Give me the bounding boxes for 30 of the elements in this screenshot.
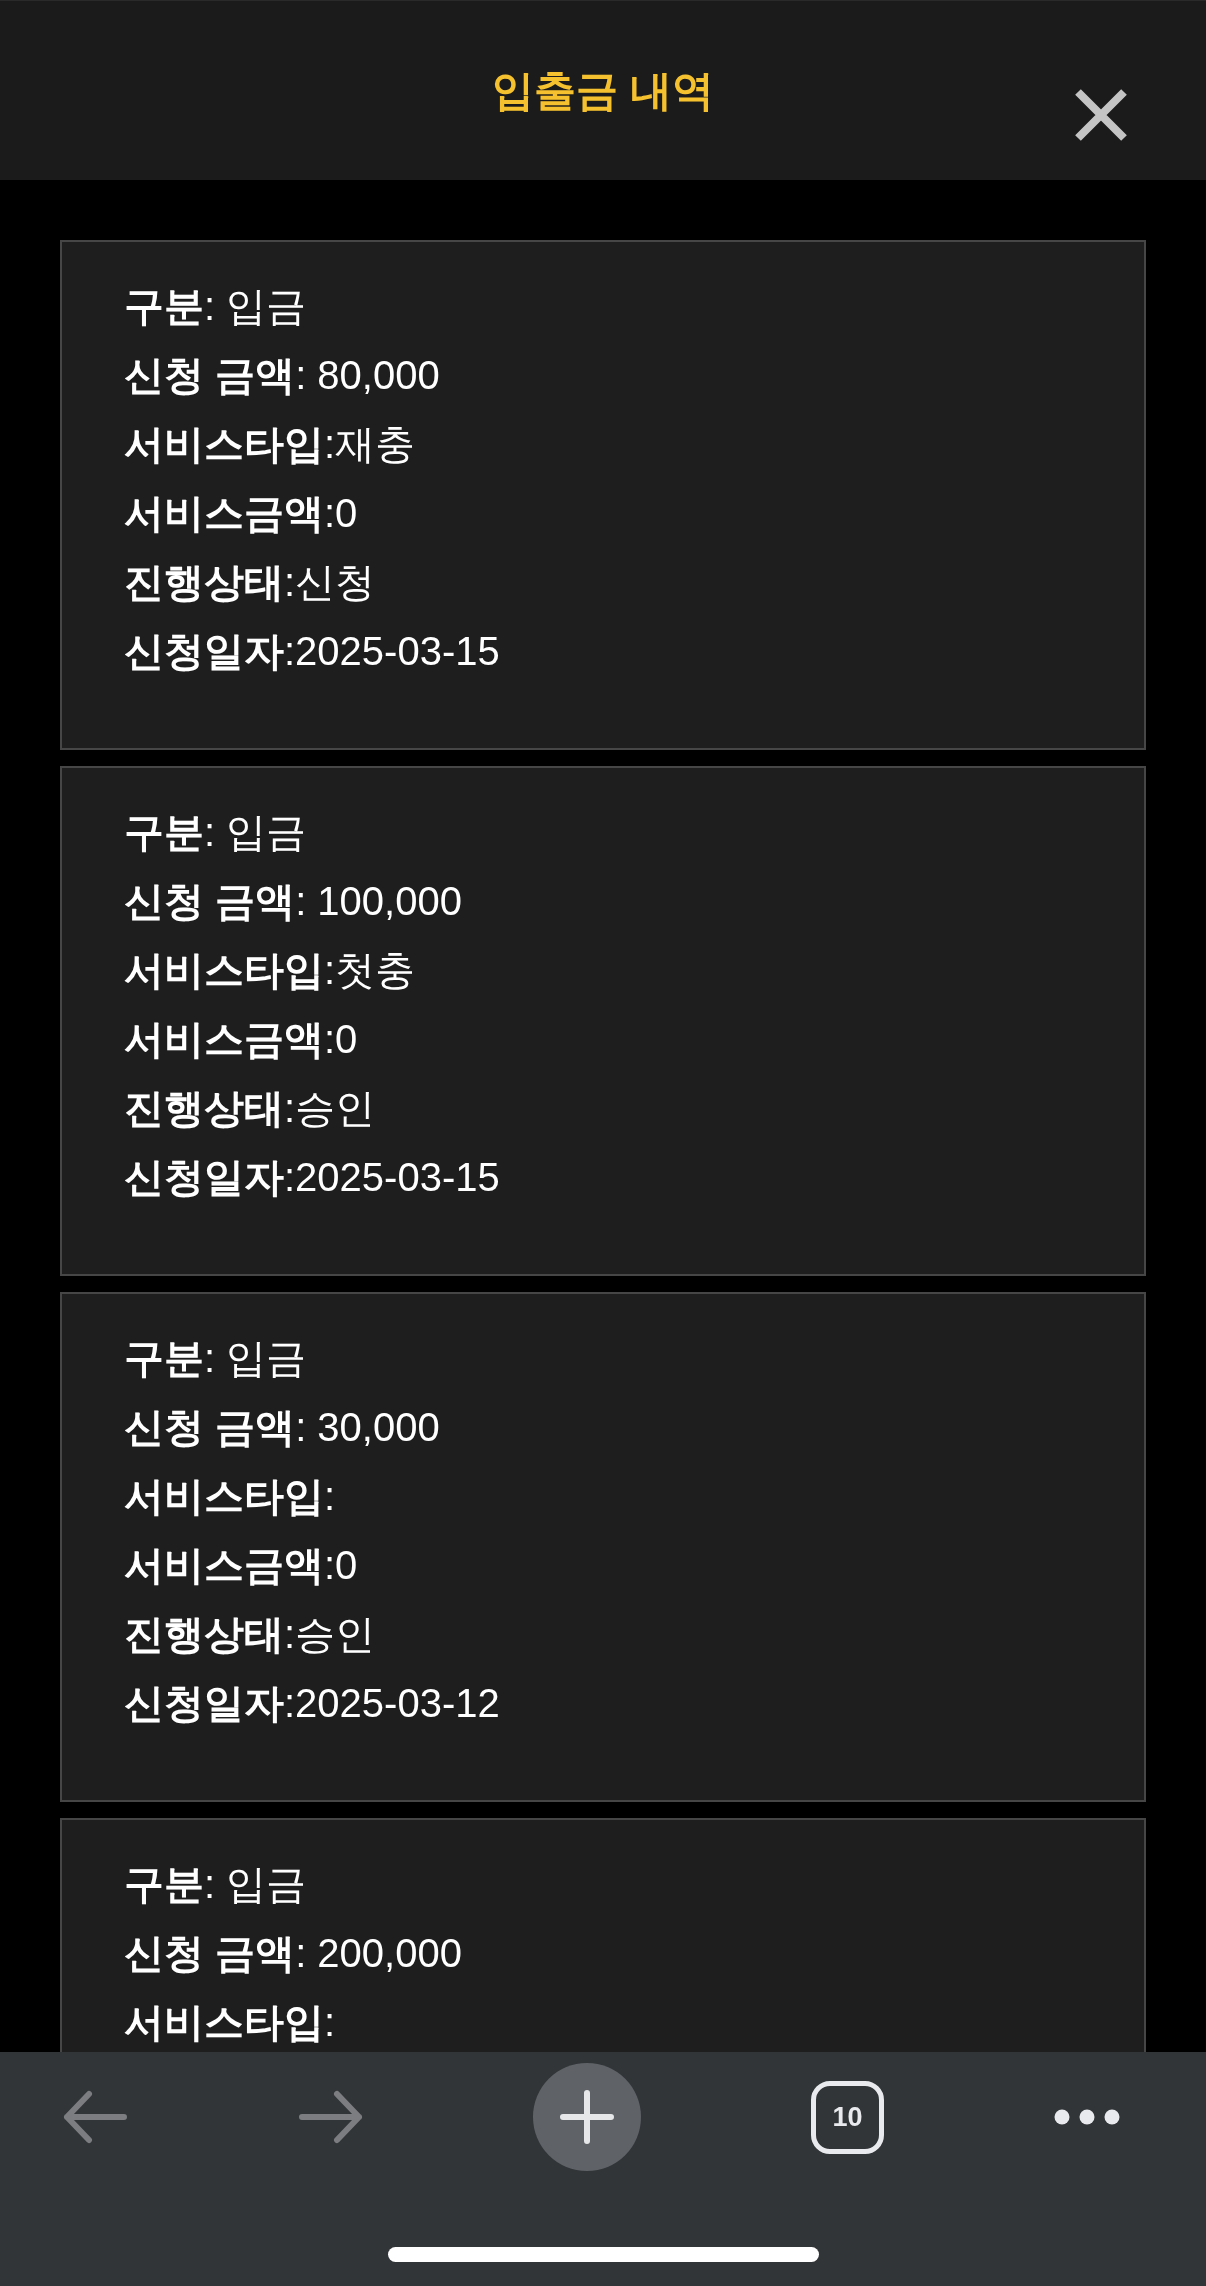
transaction-field: 신청 금액: 100,000 xyxy=(124,867,1104,936)
plus-icon xyxy=(559,2089,615,2145)
transaction-field: 진행상태:승인 xyxy=(124,1600,1104,1669)
transaction-field: 구분: 입금 xyxy=(124,272,1104,341)
transaction-field: 진행상태:승인 xyxy=(124,1074,1104,1143)
transaction-field: 신청 금액: 200,000 xyxy=(124,1919,1104,1988)
transaction-field: 서비스타입: xyxy=(124,1988,1104,2052)
transaction-field: 신청 금액: 80,000 xyxy=(124,341,1104,410)
transaction-field: 구분: 입금 xyxy=(124,798,1104,867)
transaction-field: 신청 금액: 30,000 xyxy=(124,1393,1104,1462)
page-title: 입출금 내역 xyxy=(492,65,714,116)
transaction-field: 서비스금액:0 xyxy=(124,1531,1104,1600)
transaction-field: 신청일자:2025-03-15 xyxy=(124,1143,1104,1212)
transaction-field: 진행상태:신청 xyxy=(124,548,1104,617)
arrow-left-icon xyxy=(63,2089,128,2145)
transaction-field: 서비스타입: xyxy=(124,1462,1104,1531)
transaction-field: 구분: 입금 xyxy=(124,1324,1104,1393)
transaction-field: 신청일자:2025-03-15 xyxy=(124,617,1104,686)
more-button[interactable] xyxy=(1054,2109,1120,2125)
transaction-field: 구분: 입금 xyxy=(124,1850,1104,1919)
transaction-field: 서비스타입:재충 xyxy=(124,410,1104,479)
transaction-field: 서비스타입:첫충 xyxy=(124,936,1104,1005)
close-button[interactable] xyxy=(1075,88,1127,141)
tab-count-button[interactable]: 10 xyxy=(811,2080,884,2154)
close-icon xyxy=(1075,88,1127,141)
arrow-right-icon xyxy=(298,2089,363,2145)
more-icon xyxy=(1054,2109,1120,2125)
transaction-field: 서비스금액:0 xyxy=(124,479,1104,548)
transaction-field: 서비스금액:0 xyxy=(124,1005,1104,1074)
transaction-field: 신청일자:2025-03-12 xyxy=(124,1669,1104,1738)
